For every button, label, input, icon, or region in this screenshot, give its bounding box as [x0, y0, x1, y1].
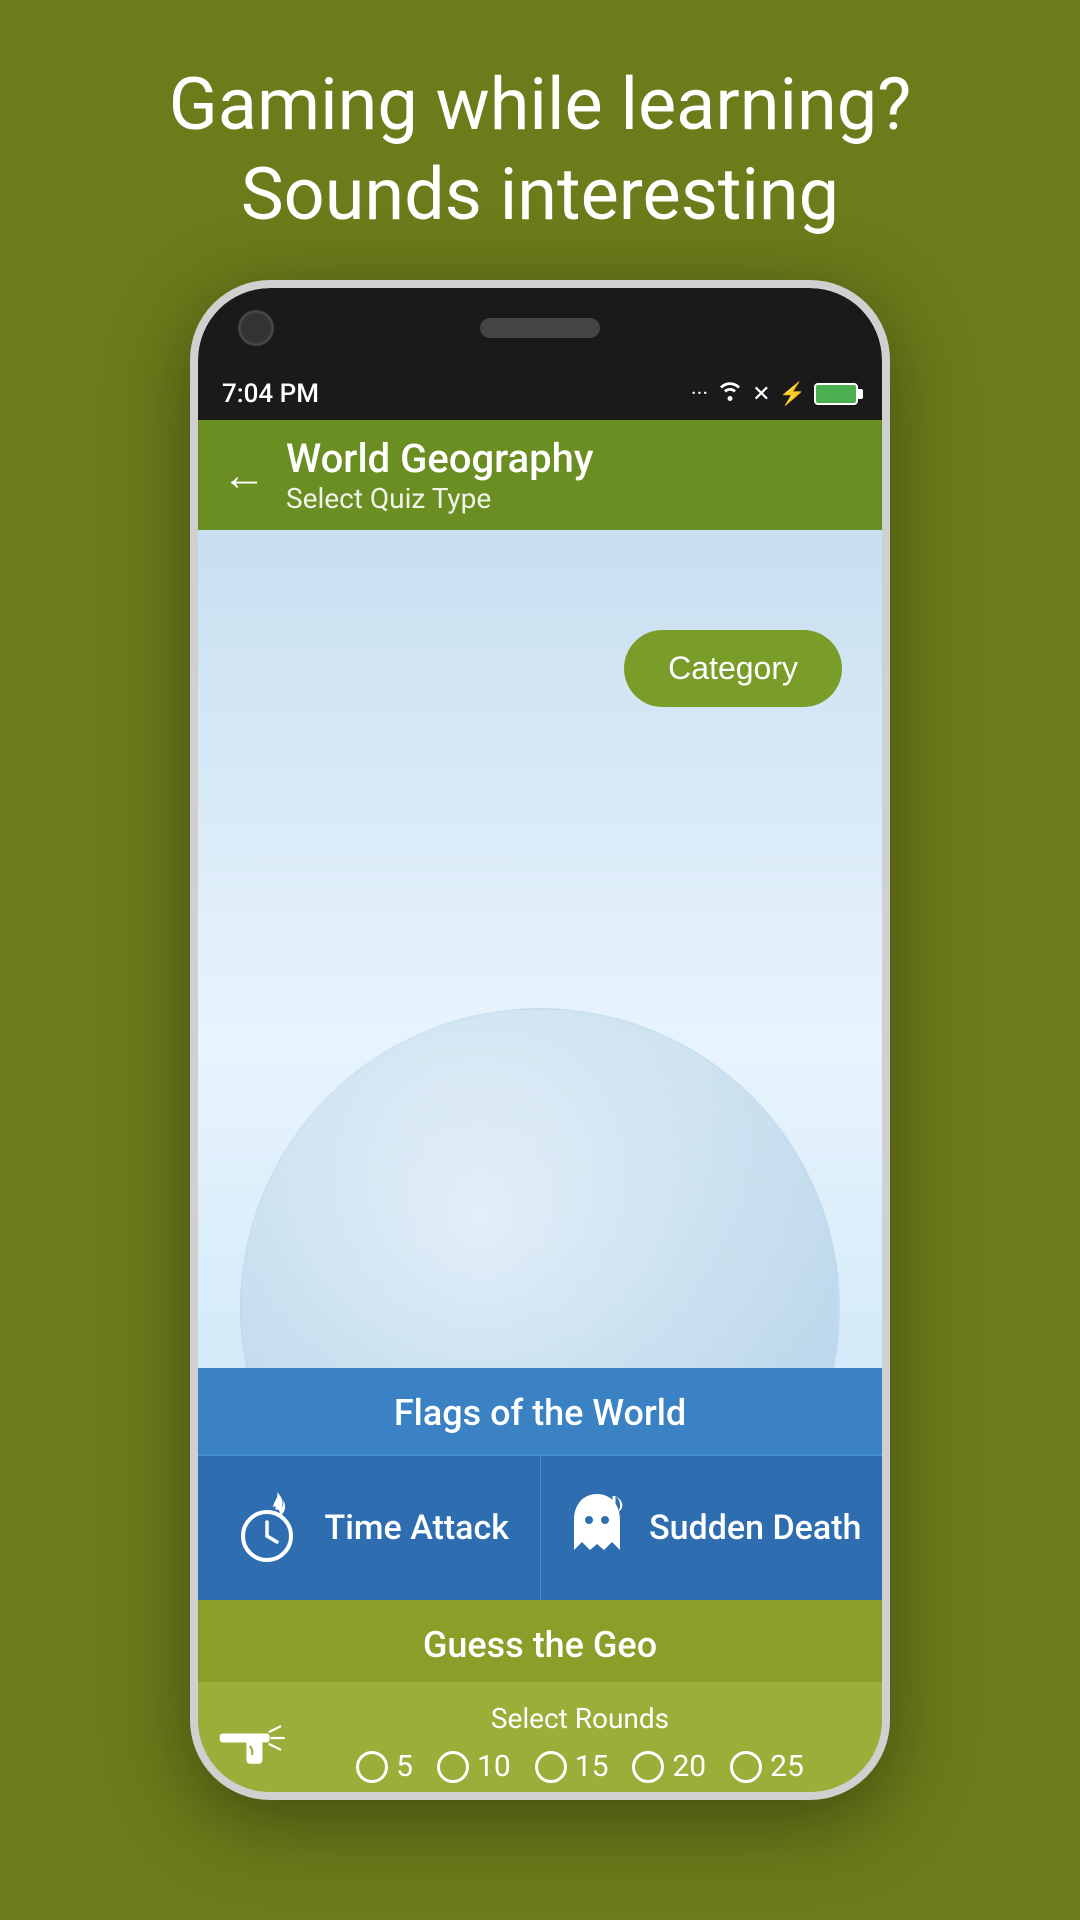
round-options: 5 10 15 [298, 1749, 862, 1784]
page-background: Gaming while learning? Sounds interestin… [0, 0, 1080, 1800]
round-option-20[interactable]: 20 [632, 1749, 706, 1784]
phone-top-bar [198, 288, 882, 368]
round-radio-15[interactable] [535, 1751, 567, 1783]
flags-card: Flags of the World [198, 1368, 882, 1600]
sudden-death-icon [561, 1486, 633, 1570]
camera [238, 310, 274, 346]
status-icons: ··· ✕ ⚡ [691, 380, 858, 408]
phone-frame: 7:04 PM ··· ✕ ⚡ ← World Geography Select… [190, 280, 890, 1800]
time-attack-icon [229, 1488, 309, 1568]
speaker [480, 318, 600, 338]
gun-icon [218, 1714, 298, 1771]
sudden-death-label: Sudden Death [649, 1508, 861, 1548]
content-area: SOUTH AMERICA Category Flags of the Worl… [198, 530, 882, 1800]
geo-card-title: Guess the Geo [198, 1600, 882, 1682]
tagline-line2: Sounds interesting [80, 150, 1000, 240]
app-bar: ← World Geography Select Quiz Type [198, 420, 882, 530]
round-option-10[interactable]: 10 [437, 1749, 511, 1784]
time-attack-button[interactable]: Time Attack [198, 1454, 541, 1600]
rounds-section: Select Rounds 5 10 [198, 1682, 882, 1800]
cards-container: Flags of the World [198, 1368, 882, 1800]
bolt-icon: ⚡ [779, 382, 806, 407]
round-label-10: 10 [477, 1749, 511, 1784]
quiz-types-row: Time Attack [198, 1454, 882, 1600]
geo-card: Guess the Geo [198, 1600, 882, 1800]
round-label-25: 25 [770, 1749, 804, 1784]
wifi-icon [716, 380, 744, 408]
time-attack-label: Time Attack [325, 1508, 509, 1548]
category-button[interactable]: Category [624, 630, 842, 707]
battery-icon [814, 383, 858, 405]
round-label-5: 5 [396, 1749, 413, 1784]
status-time: 7:04 PM [222, 379, 319, 409]
status-bar: 7:04 PM ··· ✕ ⚡ [198, 368, 882, 420]
app-title: World Geography [286, 435, 593, 482]
x-icon: ✕ [752, 382, 770, 407]
round-radio-20[interactable] [632, 1751, 664, 1783]
round-label-15: 15 [575, 1749, 609, 1784]
app-subtitle: Select Quiz Type [286, 482, 593, 515]
round-radio-5[interactable] [356, 1751, 388, 1783]
round-radio-10[interactable] [437, 1751, 469, 1783]
round-option-25[interactable]: 25 [730, 1749, 804, 1784]
round-option-15[interactable]: 15 [535, 1749, 609, 1784]
app-bar-text: World Geography Select Quiz Type [286, 435, 593, 515]
tagline-line1: Gaming while learning? [80, 60, 1000, 150]
select-rounds-label: Select Rounds [298, 1702, 862, 1735]
back-button[interactable]: ← [222, 449, 266, 501]
round-radio-25[interactable] [730, 1751, 762, 1783]
rounds-right: Select Rounds 5 10 [298, 1702, 862, 1784]
flags-card-title: Flags of the World [198, 1368, 882, 1454]
dots-icon: ··· [691, 382, 708, 407]
tagline: Gaming while learning? Sounds interestin… [0, 0, 1080, 280]
round-option-5[interactable]: 5 [356, 1749, 413, 1784]
sudden-death-button[interactable]: Sudden Death [541, 1454, 883, 1600]
round-label-20: 20 [672, 1749, 706, 1784]
